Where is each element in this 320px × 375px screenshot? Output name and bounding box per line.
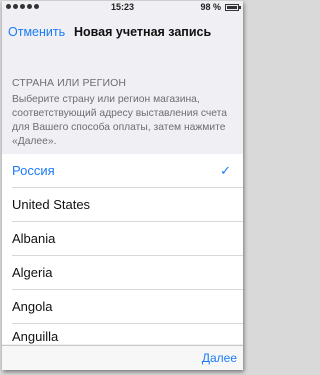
list-item-label: Angola [12,299,53,314]
list-item[interactable]: Anguilla [2,324,243,344]
list-item-label: Россия [12,163,55,178]
list-item[interactable]: Россия ✓ [2,154,243,188]
list-item[interactable]: United States [2,188,243,222]
section-description: Выберите страну или регион магазина, соо… [12,94,228,147]
bottom-toolbar: Далее [2,345,243,370]
list-item-label: Albania [12,231,56,246]
list-item[interactable]: Angola [2,290,243,324]
list-item[interactable]: Algeria [2,256,243,290]
list-item[interactable]: Albania [2,222,243,256]
navigation-bar: Отменить Новая учетная запись [2,21,243,45]
next-button[interactable]: Далее [202,351,237,365]
country-list: Россия ✓ United States Albania Algeria A… [2,154,243,344]
battery-percentage: 98 % [200,2,221,12]
list-item-label: Anguilla [12,329,59,344]
cancel-button[interactable]: Отменить [8,25,65,39]
list-item-label: United States [12,197,91,212]
page-title: Новая учетная запись [74,25,212,39]
list-item-label: Algeria [12,265,53,280]
section-header: СТРАНА ИЛИ РЕГИОН [12,77,127,89]
status-bar: 15:23 98 % [2,1,243,15]
battery-icon [225,4,241,11]
checkmark-icon: ✓ [220,163,231,178]
phone-screen: 15:23 98 % Отменить Новая учетная запись… [2,1,243,370]
